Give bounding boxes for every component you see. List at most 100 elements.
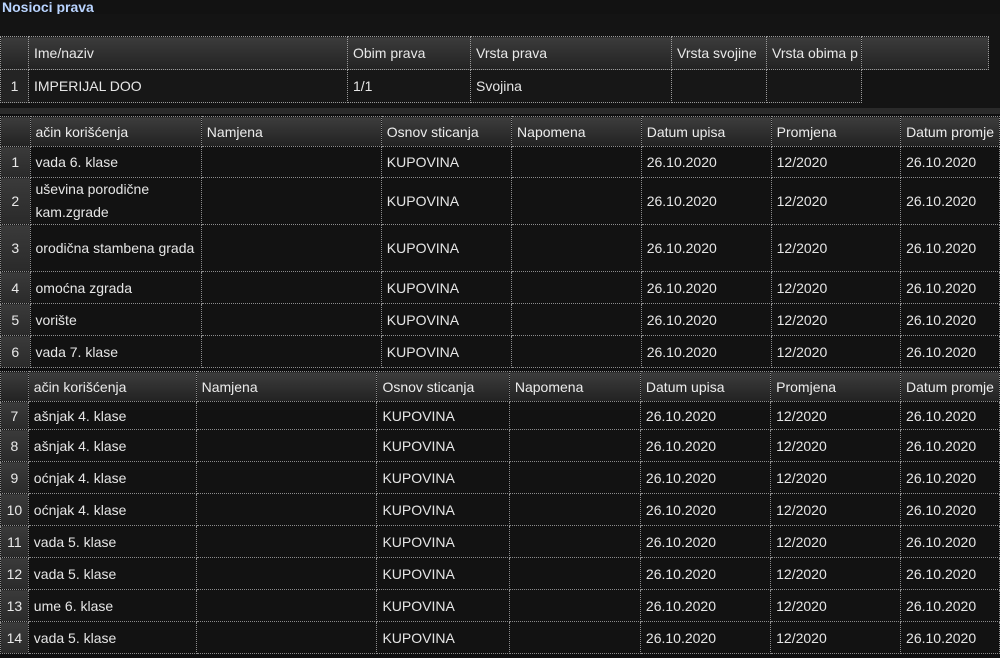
- table-row[interactable]: 4 omoćna zgrada KUPOVINA 26.10.2020 12/2…: [0, 271, 1000, 304]
- column-header-vrsta-svojine[interactable]: Vrsta svojine: [671, 36, 767, 70]
- cell-nacin: uševina porodične kam.zgrade: [29, 177, 202, 225]
- row-number: 2: [0, 177, 31, 225]
- cell-datum-upisa: 26.10.2020: [639, 461, 772, 494]
- cell-promjena: 12/2020: [770, 401, 902, 430]
- cell-napomena: [511, 146, 642, 178]
- row-number: 12: [0, 557, 29, 590]
- cell-datum-upisa: 26.10.2020: [639, 525, 772, 558]
- table-row[interactable]: 8 ašnjak 4. klase KUPOVINA 26.10.2020 12…: [0, 429, 1000, 462]
- column-header-promjena[interactable]: Promjena: [770, 371, 902, 402]
- table-row[interactable]: 1 vada 6. klase KUPOVINA 26.10.2020 12/2…: [0, 146, 1000, 178]
- cell-napomena: [511, 271, 642, 304]
- cell-datum-promjene: 26.10.2020: [900, 401, 1000, 430]
- cell-datum-upisa: 26.10.2020: [639, 493, 772, 526]
- cell-datum-upisa: 26.10.2020: [639, 621, 772, 654]
- table-row[interactable]: 3 orodična stambena grada KUPOVINA 26.10…: [0, 224, 1000, 272]
- row-number: 11: [0, 525, 29, 558]
- column-header-nacin[interactable]: ačin korišćenja: [27, 371, 197, 402]
- column-header-osnov[interactable]: Osnov sticanja: [380, 116, 513, 147]
- column-header-napomena[interactable]: Napomena: [511, 116, 642, 147]
- cell-napomena: [508, 429, 641, 462]
- column-header-namjena[interactable]: Namjena: [200, 116, 382, 147]
- table-row[interactable]: 10 oćnjak 4. klase KUPOVINA 26.10.2020 1…: [0, 493, 1000, 526]
- cell-promjena: 12/2020: [770, 271, 902, 304]
- owners-header-row: Ime/naziv Obim prava Vrsta prava Vrsta s…: [0, 36, 989, 70]
- column-header-vrsta-obima[interactable]: Vrsta obima p: [766, 36, 862, 70]
- cell-datum-upisa: 26.10.2020: [640, 271, 772, 304]
- cell-napomena: [511, 303, 642, 336]
- cell-promjena: 12/2020: [770, 335, 902, 368]
- row-number: 1: [0, 69, 29, 103]
- cell-datum-promjene: 26.10.2020: [900, 429, 1000, 462]
- row-number: 14: [0, 621, 29, 654]
- column-header-vrsta-prava[interactable]: Vrsta prava: [470, 36, 672, 70]
- cell-datum-upisa: 26.10.2020: [640, 335, 772, 368]
- cell-datum-upisa: 26.10.2020: [639, 589, 772, 622]
- owners-panel: Ime/naziv Obim prava Vrsta prava Vrsta s…: [0, 14, 1000, 114]
- row-number: 1: [0, 146, 31, 178]
- cell-osnov: KUPOVINA: [380, 303, 513, 336]
- cell-promjena: 12/2020: [770, 224, 902, 272]
- column-header-datum-upisa[interactable]: Datum upisa: [640, 116, 772, 147]
- cell-datum-promjene: 26.10.2020: [900, 621, 1000, 654]
- row-number: 5: [0, 303, 31, 336]
- cell-namjena: [195, 401, 378, 430]
- cell-ime: IMPERIJAL DOO: [28, 69, 348, 103]
- column-header-datum-upisa[interactable]: Datum upisa: [639, 371, 772, 402]
- cell-osnov: KUPOVINA: [380, 335, 513, 368]
- cell-datum-promjene: 26.10.2020: [900, 335, 1000, 368]
- cell-datum-promjene: 26.10.2020: [900, 177, 1000, 225]
- cell-namjena: [195, 461, 378, 494]
- cell-nacin: oćnjak 4. klase: [27, 461, 197, 494]
- parcel-table-2: ačin korišćenja Namjena Osnov sticanja N…: [0, 371, 1000, 654]
- column-header-ime[interactable]: Ime/naziv: [28, 36, 348, 70]
- column-header-promjena[interactable]: Promjena: [770, 116, 902, 147]
- cell-promjena: 12/2020: [770, 493, 902, 526]
- cell-datum-upisa: 26.10.2020: [640, 177, 772, 225]
- table-row[interactable]: 12 vada 5. klase KUPOVINA 26.10.2020 12/…: [0, 557, 1000, 590]
- table-row[interactable]: 9 oćnjak 4. klase KUPOVINA 26.10.2020 12…: [0, 461, 1000, 494]
- cell-osnov: KUPOVINA: [376, 557, 510, 590]
- table-row[interactable]: 7 ašnjak 4. klase KUPOVINA 26.10.2020 12…: [0, 401, 1000, 430]
- cell-vrsta-prava: Svojina: [470, 69, 672, 103]
- column-header-empty: [861, 36, 989, 70]
- table-row[interactable]: 1 IMPERIJAL DOO 1/1 Svojina: [0, 69, 989, 103]
- cell-datum-promjene: 26.10.2020: [900, 589, 1000, 622]
- page-title: Nosioci prava: [0, 0, 1000, 14]
- cell-osnov: KUPOVINA: [376, 493, 510, 526]
- column-header-datum-promjene[interactable]: Datum promje: [900, 116, 1000, 147]
- cell-namjena: [195, 525, 378, 558]
- table2-header-row: ačin korišćenja Namjena Osnov sticanja N…: [0, 371, 1000, 402]
- cell-nacin: vada 5. klase: [27, 621, 197, 654]
- cell-osnov: KUPOVINA: [380, 224, 513, 272]
- row-number: 8: [0, 429, 29, 462]
- cell-obim: 1/1: [347, 69, 471, 103]
- cell-nacin: vada 5. klase: [27, 557, 197, 590]
- cell-datum-upisa: 26.10.2020: [639, 557, 772, 590]
- table-row[interactable]: 13 ume 6. klase KUPOVINA 26.10.2020 12/2…: [0, 589, 1000, 622]
- cell-nacin: vada 7. klase: [29, 335, 202, 368]
- table-row[interactable]: 2 uševina porodične kam.zgrade KUPOVINA …: [0, 177, 1000, 225]
- cell-osnov: KUPOVINA: [380, 177, 513, 225]
- cell-promjena: 12/2020: [770, 303, 902, 336]
- table-row[interactable]: 6 vada 7. klase KUPOVINA 26.10.2020 12/2…: [0, 335, 1000, 368]
- column-header-napomena[interactable]: Napomena: [508, 371, 641, 402]
- table-row[interactable]: 14 vada 5. klase KUPOVINA 26.10.2020 12/…: [0, 621, 1000, 654]
- column-header-datum-promjene[interactable]: Datum promje: [900, 371, 1000, 402]
- column-header-obim[interactable]: Obim prava: [347, 36, 471, 70]
- cell-nacin: ašnjak 4. klase: [27, 401, 197, 430]
- column-header-namjena[interactable]: Namjena: [195, 371, 378, 402]
- table-row[interactable]: 5 vorište KUPOVINA 26.10.2020 12/2020 26…: [0, 303, 1000, 336]
- cell-datum-promjene: 26.10.2020: [900, 224, 1000, 272]
- column-header-nacin[interactable]: ačin korišćenja: [29, 116, 202, 147]
- cell-nacin: omoćna zgrada: [29, 271, 202, 304]
- cell-datum-upisa: 26.10.2020: [640, 303, 772, 336]
- table-row[interactable]: 11 vada 5. klase KUPOVINA 26.10.2020 12/…: [0, 525, 1000, 558]
- row-number: 4: [0, 271, 31, 304]
- row-number: 9: [0, 461, 29, 494]
- cell-namjena: [195, 493, 378, 526]
- cell-osnov: KUPOVINA: [376, 401, 510, 430]
- cell-namjena: [200, 303, 382, 336]
- column-header-osnov[interactable]: Osnov sticanja: [376, 371, 510, 402]
- cell-nacin: vada 6. klase: [29, 146, 202, 178]
